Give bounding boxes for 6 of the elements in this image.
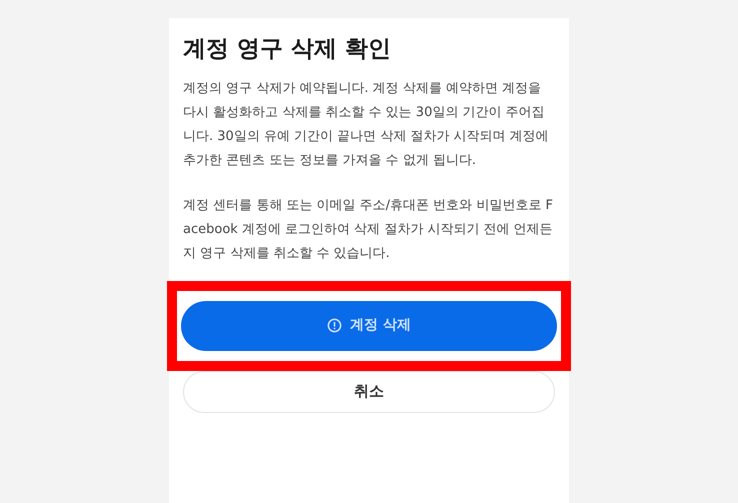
body-paragraph: 계정의 영구 삭제가 예약됩니다. 계정 삭제를 예약하면 계정을 다시 활성화하고 삭제를 취소할 수 있는 30일의 기간이 주어집니다. 30일의 유예 기간이 끝나면 삭제 절차가 시작되며 계정에 추가한 콘텐츠 또는 정보를 가져올 수 없게 됩니다. <box>182 80 550 170</box>
cancel-button[interactable]: 취소 <box>183 370 555 412</box>
delete-account-button[interactable]: 계정 삭제 <box>181 300 557 350</box>
dialog-title: 계정 영구 삭제 확인 <box>182 35 392 64</box>
alert-icon <box>327 318 342 333</box>
body-paragraph: 계정 센터를 통해 또는 이메일 주소/휴대폰 번호와 비밀번호로 Facebook 계정에 로그인하여 삭제 절차가 시작되기 전에 언제든지 영구 삭제를 취소할 수 있습니다. <box>182 196 554 262</box>
